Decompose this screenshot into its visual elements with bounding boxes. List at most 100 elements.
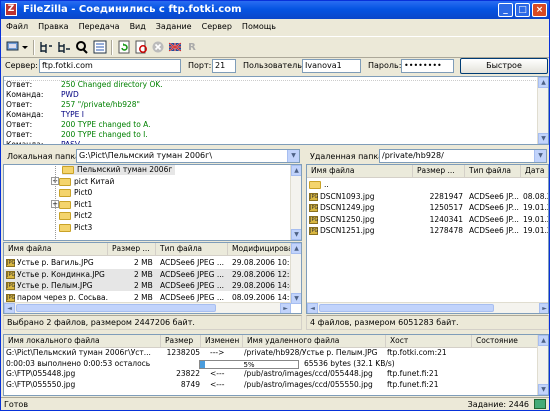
user-input[interactable]: Ivanova1 (302, 59, 361, 73)
remote-file-list[interactable]: Имя файла Размер ... Тип файла Дата .. JP… (306, 164, 549, 314)
tree-item[interactable]: Pict0 (59, 187, 92, 198)
message-log[interactable]: Ответ: 250 Changed directory OK. Команда: P… (3, 76, 549, 145)
remote-col-type[interactable]: Тип файла (465, 165, 521, 178)
tree-item[interactable]: Пельмский туман 2006г (62, 165, 176, 175)
server-input[interactable]: ftp.fotki.com (39, 59, 181, 73)
port-input[interactable]: 21 (212, 59, 236, 73)
table-row[interactable]: JPG Устье р. Кондинка.JPG 2 MB ACDSee6 JPEG… (4, 268, 291, 280)
scroll-up-icon[interactable]: ▲ (291, 243, 301, 254)
table-row[interactable]: JPG DSCN1093.jpg 2281947 ACDSee6 JP... 08.08… (307, 191, 548, 202)
scroll-down-icon[interactable]: ▼ (538, 384, 548, 395)
chevron-down-icon[interactable]: ▼ (534, 150, 546, 162)
tree-item[interactable]: Pict2 (59, 210, 92, 221)
remote-col-date[interactable]: Дата (521, 165, 548, 178)
chevron-down-icon[interactable]: ▼ (287, 150, 299, 162)
menu-help[interactable]: Помощь (237, 20, 281, 33)
table-row[interactable]: JPG паром через р. Сосьва... 2 MB ACDSee6 J… (4, 292, 291, 303)
local-col-type[interactable]: Тип файла (156, 243, 228, 256)
table-row[interactable]: JPG Устье р. Вагиль.JPG 2 MB ACDSee6 JPEG .… (4, 257, 291, 268)
queue-row[interactable]: G:\Pict\Пельмский туман 2006г\Уст... 1238… (4, 348, 538, 358)
disconnect-icon[interactable] (167, 39, 183, 55)
local-tree-scrollbar[interactable]: ▲ ▼ (290, 165, 301, 240)
queue-row[interactable]: G:\FTP\055550.jpg 8749 <--- /pub/astro/imag… (4, 380, 538, 390)
scroll-down-icon[interactable]: ▼ (291, 229, 301, 240)
file-type: ACDSee6 JP... (469, 203, 519, 212)
filezilla-window: Z FileZilla - Соединились с ftp.fotki.co… (0, 0, 550, 411)
jpeg-file-icon: JPG (6, 270, 16, 279)
scroll-right-icon[interactable]: ► (539, 303, 548, 313)
menu-queue[interactable]: Задание (151, 20, 197, 33)
menu-file[interactable]: Файл (1, 20, 33, 33)
local-files-hscrollbar[interactable]: ◄ ► (4, 302, 291, 313)
table-row[interactable]: JPG DSCN1249.jpg 1250517 ACDSee6 JP... 19.01… (307, 202, 548, 213)
local-tree[interactable]: Пельмский туман 2006г pict Китай + Pict0 Pic… (3, 164, 302, 241)
remote-path-input[interactable]: /private/hb928/ ▼ (379, 149, 547, 163)
remote-col-name[interactable]: Имя файла (307, 165, 413, 178)
queue-col-local[interactable]: Имя локального файла (4, 335, 161, 348)
log-text: TYPE I (61, 110, 85, 119)
reconnect-icon[interactable]: R (184, 39, 200, 55)
minimize-button[interactable]: _ (498, 3, 513, 17)
local-files-scrollbar[interactable]: ▲ ▼ (290, 243, 301, 304)
remote-col-size[interactable]: Размер ... (413, 165, 465, 178)
queue-col-size[interactable]: Размер (161, 335, 201, 348)
queue-col-direction[interactable]: Изменен (201, 335, 243, 348)
scroll-right-icon[interactable]: ► (280, 303, 291, 313)
queue-col-remote[interactable]: Имя удаленного файла (243, 335, 386, 348)
file-modified: 29.08.2006 14:4 (232, 281, 291, 290)
queue-direction: <--- (210, 379, 225, 389)
queue-scrollbar[interactable]: ▲ ▼ (537, 335, 548, 395)
tree-item[interactable]: Pict1 (59, 199, 92, 210)
scroll-up-icon[interactable]: ▲ (538, 77, 548, 88)
queue-col-host[interactable]: Хост (386, 335, 472, 348)
local-col-name[interactable]: Имя файла (4, 243, 108, 256)
tree-item[interactable]: Pict3 (59, 222, 92, 233)
scroll-down-icon[interactable]: ▼ (538, 133, 548, 144)
quickconnect-button[interactable]: Быстрое соединение (460, 58, 548, 84)
scroll-up-icon[interactable]: ▲ (538, 335, 548, 346)
table-row[interactable]: .. (307, 179, 548, 190)
log-label: Ответ: (6, 100, 33, 109)
menu-edit[interactable]: Правка (33, 20, 73, 33)
local-path-input[interactable]: G:\Pict\Пельмский туман 2006г\ ▼ (76, 149, 300, 163)
toggle-log-icon[interactable] (38, 39, 54, 55)
transfer-queue[interactable]: Имя локального файла Размер Изменен Имя … (3, 334, 549, 396)
site-manager-icon[interactable] (5, 39, 29, 55)
table-row[interactable]: JPG DSCN1250.jpg 1240341 ACDSee6 JP... 19.01… (307, 214, 548, 225)
local-col-modified[interactable]: Модифицирован (228, 243, 294, 256)
menu-server[interactable]: Сервер (197, 20, 237, 33)
local-col-size[interactable]: Размер ... (108, 243, 156, 256)
close-button[interactable]: × (532, 3, 547, 17)
tree-item-label: Pict2 (74, 211, 93, 220)
remote-files-hscrollbar[interactable]: ◄ ► (307, 302, 548, 313)
log-scrollbar[interactable]: ▲ ▼ (537, 77, 548, 144)
menu-view[interactable]: Вид (125, 20, 151, 33)
table-row[interactable]: JPG Устье р. Пелым.JPG 2 MB ACDSee6 JPEG ..… (4, 280, 291, 291)
folder-icon (59, 177, 71, 186)
queue-row[interactable]: G:\FTP\055448.jpg 23822 <--- /pub/astro/ima… (4, 369, 538, 379)
toggle-tree-icon[interactable] (56, 39, 72, 55)
queue-col-state[interactable]: Состояние (472, 335, 538, 348)
process-queue-icon[interactable] (133, 39, 149, 55)
queue-row[interactable]: 0:00:03 выполнено 0:00:53 осталось 65536 … (4, 359, 538, 369)
menu-transfer[interactable]: Передача (74, 20, 125, 33)
folder-icon (59, 189, 71, 197)
scroll-down-icon[interactable]: ▼ (291, 293, 301, 304)
password-label: Пароль: (368, 61, 402, 70)
queue-direction: ---> (210, 348, 225, 357)
queue-list-icon[interactable] (92, 39, 108, 55)
local-file-list[interactable]: Имя файла Размер ... Тип файла Модифицир… (3, 242, 302, 314)
scroll-left-icon[interactable]: ◄ (4, 303, 15, 313)
toggle-queue-icon[interactable] (74, 39, 90, 55)
maximize-button[interactable]: □ (515, 3, 530, 17)
table-row[interactable]: JPG DSCN1251.jpg 1278478 ACDSee6 JP... 19.01… (307, 225, 548, 236)
scroll-up-icon[interactable]: ▲ (291, 165, 301, 176)
tree-item[interactable]: pict Китай (59, 176, 114, 187)
scroll-left-icon[interactable]: ◄ (307, 303, 318, 313)
password-input[interactable]: •••••••• (401, 59, 454, 73)
local-path-label: Локальная папка: (7, 152, 83, 161)
cancel-icon[interactable] (150, 39, 166, 55)
title-bar[interactable]: Z FileZilla - Соединились с ftp.fotki.co… (1, 1, 549, 19)
refresh-icon[interactable] (116, 39, 132, 55)
queue-host: ftp.funet.fi:21 (387, 369, 439, 378)
